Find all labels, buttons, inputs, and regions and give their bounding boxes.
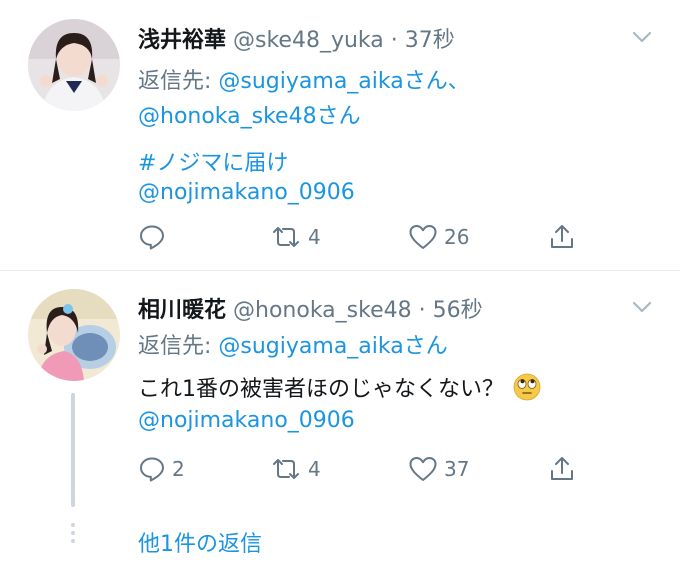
thread-line xyxy=(71,393,75,507)
timestamp[interactable]: 37秒 xyxy=(405,28,455,53)
tweet-text: これ1番の被害者ほのじゃなくない？ xyxy=(138,377,504,402)
avatar[interactable] xyxy=(28,19,120,111)
reply-to: 返信先: @sugiyama_aikaさん、 xyxy=(138,63,470,95)
reply-to-mention[interactable]: @sugiyama_aikaさん xyxy=(218,334,447,359)
tweet-actions: 2 4 37 xyxy=(138,454,578,484)
retweet-button[interactable]: 4 xyxy=(270,222,321,252)
display-name[interactable]: 相川暖花 xyxy=(138,298,226,323)
reply-button[interactable]: 2 xyxy=(138,454,185,484)
avatar[interactable] xyxy=(28,289,120,381)
mention-link[interactable]: @nojimakano_0906 xyxy=(138,408,355,433)
retweet-icon xyxy=(273,227,299,247)
retweet-icon xyxy=(273,459,299,479)
reply-count: 2 xyxy=(172,457,185,481)
thread-dots xyxy=(71,523,75,547)
like-button[interactable]: 26 xyxy=(408,222,469,252)
tweet[interactable]: 相川暖花 @honoka_ske48 · 56秒 返信先: @sugiyama_… xyxy=(0,271,680,571)
mention-link[interactable]: @nojimakano_0906 xyxy=(138,180,355,205)
reply-to-label: 返信先: xyxy=(138,69,219,94)
like-count: 26 xyxy=(444,225,470,249)
reply-icon xyxy=(140,225,164,250)
separator: · xyxy=(418,298,426,323)
share-icon xyxy=(551,457,573,480)
user-handle[interactable]: @honoka_ske48 xyxy=(233,298,412,323)
hashtag-link[interactable]: #ノジマに届け xyxy=(138,151,288,176)
chevron-down-icon[interactable] xyxy=(632,30,652,44)
reply-to: 返信先: @sugiyama_aikaさん xyxy=(138,328,448,360)
share-button[interactable] xyxy=(548,222,576,252)
reply-to-mention[interactable]: @sugiyama_aikaさん、 xyxy=(218,69,469,94)
tweet-actions: 4 26 xyxy=(138,222,578,252)
like-icon xyxy=(409,225,437,249)
reply-to-label: 返信先: xyxy=(138,334,219,359)
reply-icon xyxy=(140,457,164,482)
like-button[interactable]: 37 xyxy=(408,454,469,484)
reply-button[interactable] xyxy=(138,222,172,252)
timestamp[interactable]: 56秒 xyxy=(433,298,483,323)
share-button[interactable] xyxy=(548,454,576,484)
more-replies-link[interactable]: 他1件の返信 xyxy=(138,526,262,558)
user-handle[interactable]: @ske48_yuka xyxy=(233,28,384,53)
retweet-count: 4 xyxy=(308,225,321,249)
tweet[interactable]: 浅井裕華 @ske48_yuka · 37秒 返信先: @sugiyama_ai… xyxy=(0,0,680,271)
like-count: 37 xyxy=(444,457,470,481)
reply-to-mention[interactable]: @honoka_ske48さん xyxy=(138,104,361,129)
display-name[interactable]: 浅井裕華 xyxy=(138,28,226,53)
like-icon xyxy=(409,457,437,481)
chevron-down-icon[interactable] xyxy=(632,300,652,314)
tweet-header: 相川暖花 @honoka_ske48 · 56秒 xyxy=(138,292,483,324)
share-icon xyxy=(551,225,573,248)
tweet-header: 浅井裕華 @ske48_yuka · 37秒 xyxy=(138,22,455,54)
eye-roll-emoji xyxy=(513,373,541,401)
retweet-count: 4 xyxy=(308,457,321,481)
separator: · xyxy=(390,28,398,53)
retweet-button[interactable]: 4 xyxy=(270,454,321,484)
